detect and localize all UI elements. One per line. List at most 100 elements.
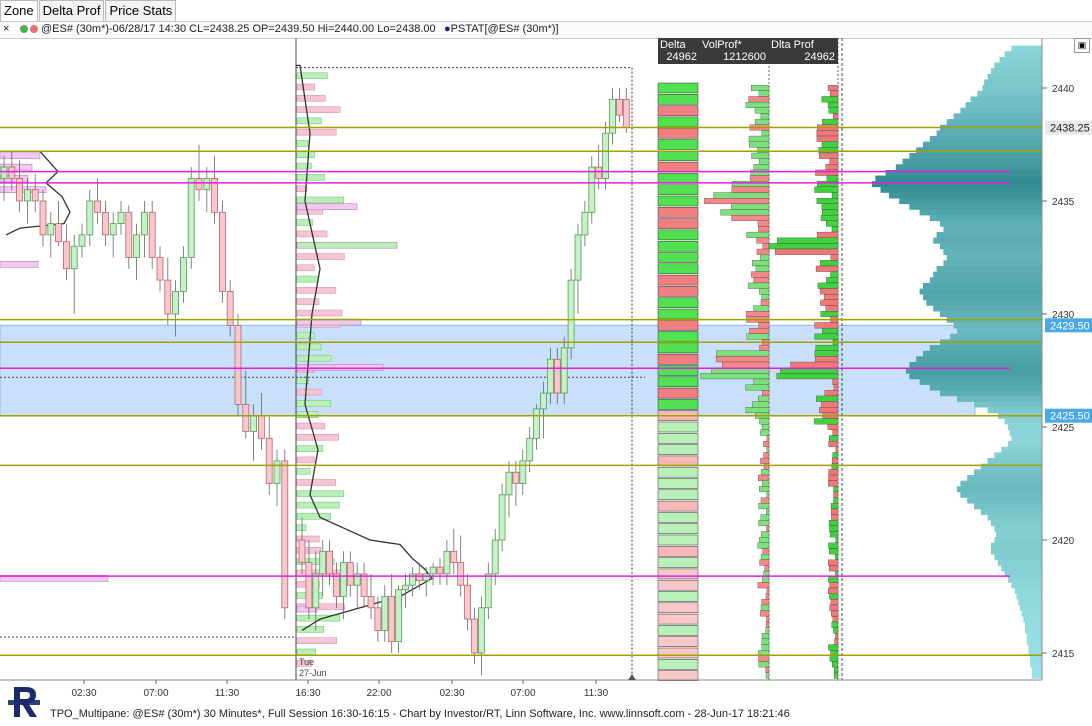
delta-cell [657, 127, 699, 139]
delta-cell [657, 500, 699, 512]
candle-body [443, 550, 451, 575]
volume-profile-bar [957, 486, 1042, 493]
volume-profile-bar [1014, 588, 1042, 594]
dltaprof-bar [833, 113, 839, 120]
tpo-bar [0, 261, 39, 268]
volume-profile-bar [994, 452, 1042, 459]
volume-profile-bar [991, 68, 1042, 75]
dltaprof-bar [832, 457, 839, 464]
dltaprof-bar [835, 633, 839, 640]
dltaprof-bar [832, 378, 839, 385]
footer-text: TPO_Multipane: @ES# (30m*) 30 Minutes*, … [50, 708, 790, 720]
dltaprof-bar [828, 587, 839, 594]
tab-zone[interactable]: Zone [0, 0, 38, 21]
volprof-bar [746, 231, 770, 238]
chart-area[interactable]: Delta 24962 VolProf* 1212600 Dlta Prof 24962 … [0, 38, 1092, 711]
dltaprof-bar [818, 147, 839, 154]
volprof-bar [759, 158, 770, 165]
tpo-bar [296, 174, 325, 181]
volprof-bar [748, 96, 770, 103]
tab-price-stats[interactable]: Price Stats [105, 0, 177, 21]
dltaprof-bar [829, 158, 839, 165]
delta-cell [657, 399, 699, 410]
dltaprof-bar [829, 90, 839, 97]
dltaprof-bar [831, 514, 839, 521]
volume-profile-bar [946, 254, 1042, 261]
dltaprof-bar [814, 186, 839, 193]
tab-delta-prof[interactable]: Delta Prof [38, 0, 105, 21]
dltaprof-bar [834, 638, 839, 645]
column-header-value: 24962 [804, 51, 835, 63]
volprof-bar [758, 395, 770, 402]
dltaprof-bar [821, 118, 839, 125]
delta-cell [657, 173, 699, 184]
volume-profile-bar [929, 215, 1042, 222]
tpo-bar [296, 140, 309, 147]
volprof-bar [760, 514, 770, 521]
dltaprof-bar [831, 192, 839, 199]
volume-profile-bar [980, 463, 1042, 470]
volprof-bar [761, 633, 770, 640]
volume-profile-bar [936, 232, 1042, 239]
investor-rt-logo [6, 683, 42, 721]
volprof-bar [760, 497, 770, 504]
tpo-bar [296, 354, 332, 362]
candle-body [346, 562, 354, 586]
chart-options-button[interactable]: ▣ [1074, 38, 1090, 53]
volume-profile-bar [933, 305, 1042, 312]
dltaprof-bar [814, 322, 839, 329]
dltaprof-bar [828, 469, 839, 476]
red-dot-icon[interactable] [30, 25, 38, 33]
time-tick-label: 16:30 [295, 688, 320, 699]
time-tick-label: 02:30 [439, 688, 464, 699]
delta-cell [657, 105, 699, 116]
volume-profile-bar [940, 220, 1042, 227]
candle-body [595, 166, 603, 179]
price-tick-label: 2420 [1052, 536, 1075, 547]
dltaprof-bar [831, 661, 839, 668]
tpo-bar [0, 152, 41, 160]
dltaprof-bar [777, 237, 839, 244]
volume-profile-bar [991, 542, 1042, 549]
dltaprof-bar [833, 627, 839, 634]
volume-profile-bar [1025, 627, 1042, 634]
dltaprof-bar [821, 141, 839, 148]
tpo-bar [296, 626, 325, 633]
volprof-bar [731, 203, 770, 210]
delta-cell [657, 591, 699, 602]
volume-profile-bar [1026, 633, 1042, 640]
delta-cell [657, 274, 699, 286]
volprof-bar [752, 260, 770, 267]
candle-body [164, 279, 172, 315]
dltaprof-bar [826, 220, 839, 227]
delta-cell [657, 252, 699, 263]
dltaprof-bar [825, 164, 839, 171]
volprof-bar [766, 446, 770, 453]
candle-body [588, 166, 596, 213]
candle-body [102, 211, 109, 236]
volume-profile-bar [957, 395, 1042, 402]
candle-body [242, 403, 250, 432]
volprof-bar [753, 305, 770, 312]
volume-profile-bar [923, 141, 1042, 148]
volprof-bar [750, 169, 770, 176]
delta-cell [657, 512, 699, 523]
volume-profile-bar [977, 90, 1042, 97]
close-icon[interactable]: × [3, 22, 13, 37]
green-dot-icon[interactable] [20, 25, 28, 33]
candle-body [471, 618, 478, 654]
chart-svg[interactable]: Delta24962VolProf*1212600Dlta Prof24962 … [0, 38, 1092, 706]
dltaprof-bar [829, 593, 839, 600]
dltaprof-bar [830, 599, 839, 606]
volume-profile-bar [936, 265, 1042, 272]
dltaprof-bar [816, 135, 839, 142]
candle-body [581, 211, 589, 236]
volume-profile-bar [909, 373, 1042, 380]
volprof-bar [759, 344, 770, 351]
volprof-bar [760, 429, 770, 436]
volume-profile-bar [1008, 424, 1042, 431]
candle-body [78, 234, 86, 247]
tpo-bar [296, 83, 316, 91]
volume-profile-bar [967, 475, 1042, 481]
volprof-bar [720, 209, 770, 216]
